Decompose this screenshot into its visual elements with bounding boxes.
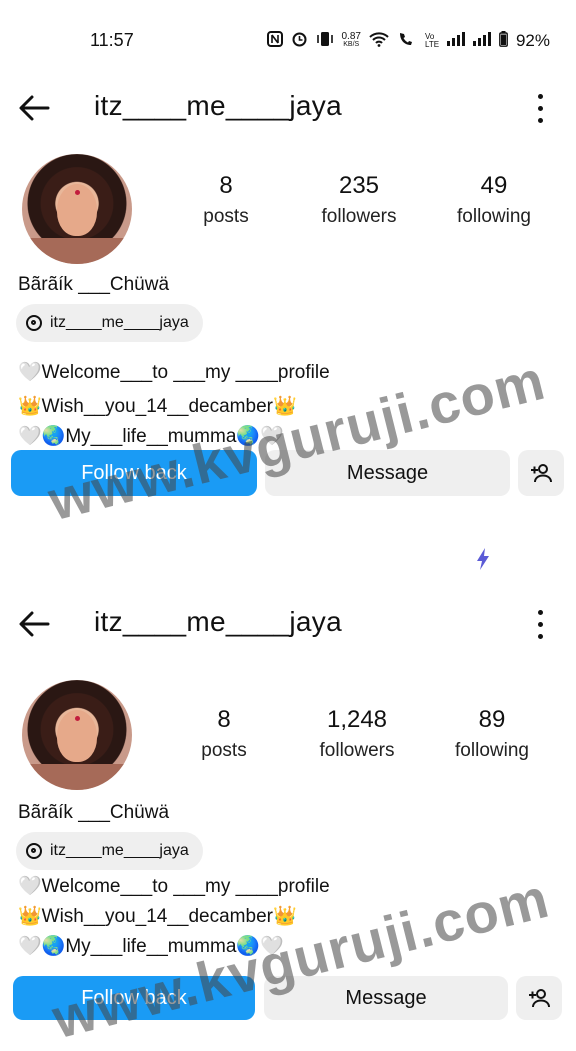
posts-count: 8	[219, 172, 233, 199]
following-stat[interactable]: 89 following	[444, 706, 540, 762]
avatar[interactable]	[22, 154, 132, 264]
profile-header: itz____me____jaya	[0, 596, 576, 656]
threads-link[interactable]: itz____me____jaya	[16, 832, 203, 870]
username-title: itz____me____jaya	[94, 90, 342, 121]
signal-2-icon	[472, 31, 491, 50]
followers-label: followers	[319, 740, 395, 761]
followers-stat[interactable]: 1,248 followers	[310, 706, 404, 762]
display-name: Bãrãík ___Chüwä	[18, 274, 170, 295]
bio-line: 👑Wish__you_14__decamber👑	[18, 396, 297, 417]
threads-handle: itz____me____jaya	[50, 842, 189, 859]
bolt-icon	[477, 548, 489, 570]
signal-1-icon	[446, 31, 465, 50]
followers-count: 1,248	[326, 706, 388, 733]
battery-percent: 92%	[515, 30, 550, 50]
followers-count: 235	[338, 172, 380, 199]
wifi-call-icon	[397, 31, 417, 51]
threads-icon	[26, 843, 42, 859]
threads-link[interactable]: itz____me____jaya	[16, 304, 203, 342]
status-bar: 11:57 0.87 KB/S Vo LTE 92%	[0, 0, 576, 80]
add-user-icon	[531, 464, 552, 483]
posts-label: posts	[203, 206, 249, 227]
add-user-icon	[529, 989, 550, 1008]
profile-panel-1: itz____me____jaya 8 posts 235 followers …	[0, 80, 576, 520]
wifi-icon	[369, 31, 389, 51]
following-count: 89	[478, 706, 506, 733]
posts-label: posts	[201, 740, 247, 761]
followers-stat[interactable]: 235 followers	[312, 172, 406, 228]
status-time: 11:57	[90, 30, 134, 50]
follow-back-button[interactable]: Follow back	[11, 450, 257, 496]
following-label: following	[455, 740, 529, 761]
suggest-users-button[interactable]	[516, 976, 562, 1020]
status-icons: 0.87 KB/S Vo LTE 92%	[266, 30, 550, 51]
battery-icon	[499, 30, 508, 51]
alarm-icon	[291, 30, 308, 51]
back-arrow-icon[interactable]	[16, 90, 52, 126]
message-button[interactable]: Message	[264, 976, 508, 1020]
posts-stat[interactable]: 8 posts	[194, 706, 254, 762]
back-arrow-icon[interactable]	[16, 606, 52, 642]
following-label: following	[457, 206, 531, 227]
message-button[interactable]: Message	[265, 450, 510, 496]
volte-label: Vo LTE	[424, 31, 440, 49]
net-speed-unit: KB/S	[343, 40, 360, 48]
avatar[interactable]	[22, 680, 132, 790]
follow-back-button[interactable]: Follow back	[13, 976, 255, 1020]
vibrate-icon	[316, 31, 334, 51]
more-options-icon[interactable]	[532, 90, 548, 126]
posts-stat[interactable]: 8 posts	[196, 172, 256, 228]
bio-line: 🤍🌏My___life__mumma🌏🤍	[18, 936, 284, 957]
net-speed-value: 0.87	[341, 30, 361, 42]
bio-line: 🤍🌏My___life__mumma🌏🤍	[18, 426, 284, 447]
bio-line: 👑Wish__you_14__decamber👑	[18, 906, 297, 927]
posts-count: 8	[217, 706, 231, 733]
bio-line: 🤍Welcome___to ___my ____profile	[18, 876, 330, 897]
bio-line: 🤍Welcome___to ___my ____profile	[18, 362, 330, 383]
followers-label: followers	[321, 206, 397, 227]
net-speed: 0.87 KB/S	[341, 30, 361, 49]
more-options-icon[interactable]	[532, 606, 548, 642]
suggest-users-button[interactable]	[518, 450, 564, 496]
display-name: Bãrãík ___Chüwä	[18, 802, 170, 823]
threads-handle: itz____me____jaya	[50, 314, 189, 331]
username-title: itz____me____jaya	[94, 606, 342, 637]
profile-panel-2: itz____me____jaya 8 posts 1,248 follower…	[0, 596, 576, 1024]
following-count: 49	[480, 172, 508, 199]
following-stat[interactable]: 49 following	[446, 172, 542, 228]
profile-header: itz____me____jaya	[0, 80, 576, 140]
nfc-icon	[266, 30, 283, 51]
threads-icon	[26, 315, 42, 331]
